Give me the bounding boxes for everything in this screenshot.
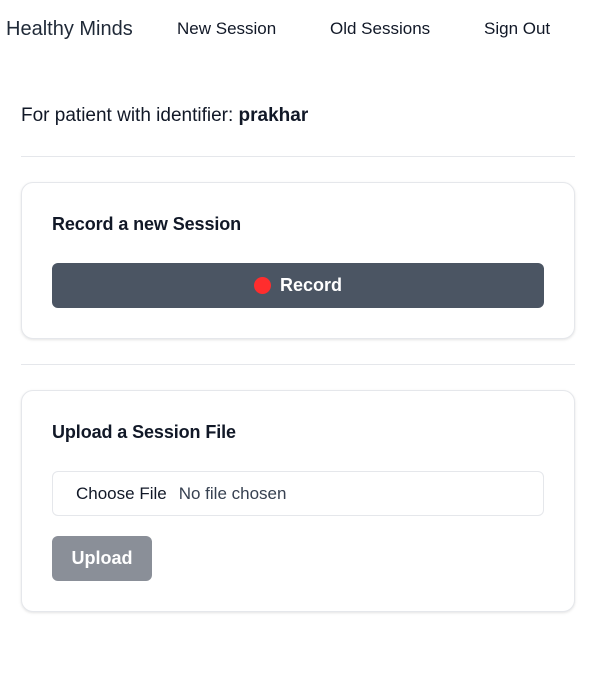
patient-identifier: prakhar [238, 105, 309, 126]
nav-new-session[interactable]: New Session [177, 18, 276, 40]
file-input[interactable]: Choose File No file chosen [52, 471, 544, 516]
patient-prefix: For patient with identifier: [21, 105, 239, 126]
upload-button[interactable]: Upload [52, 536, 152, 581]
patient-heading: For patient with identifier: prakhar [21, 104, 308, 128]
record-card-title: Record a new Session [52, 214, 242, 234]
record-button[interactable]: Record [52, 263, 544, 308]
file-status: No file chosen [178, 483, 287, 503]
divider [21, 156, 575, 157]
brand-link[interactable]: Healthy Minds [6, 16, 133, 42]
upload-session-card: Upload a Session File Choose File No fil… [21, 390, 575, 612]
top-nav: Healthy Minds New Session Old Sessions S… [0, 0, 591, 58]
nav-old-sessions[interactable]: Old Sessions [330, 18, 430, 40]
record-session-card: Record a new Session Record [21, 182, 575, 339]
upload-card-title: Upload a Session File [52, 422, 236, 442]
choose-file-button[interactable]: Choose File [76, 483, 167, 505]
record-button-label: Record [279, 275, 342, 295]
record-dot-icon [253, 277, 271, 294]
nav-sign-out[interactable]: Sign Out [484, 18, 550, 40]
divider [21, 364, 575, 365]
